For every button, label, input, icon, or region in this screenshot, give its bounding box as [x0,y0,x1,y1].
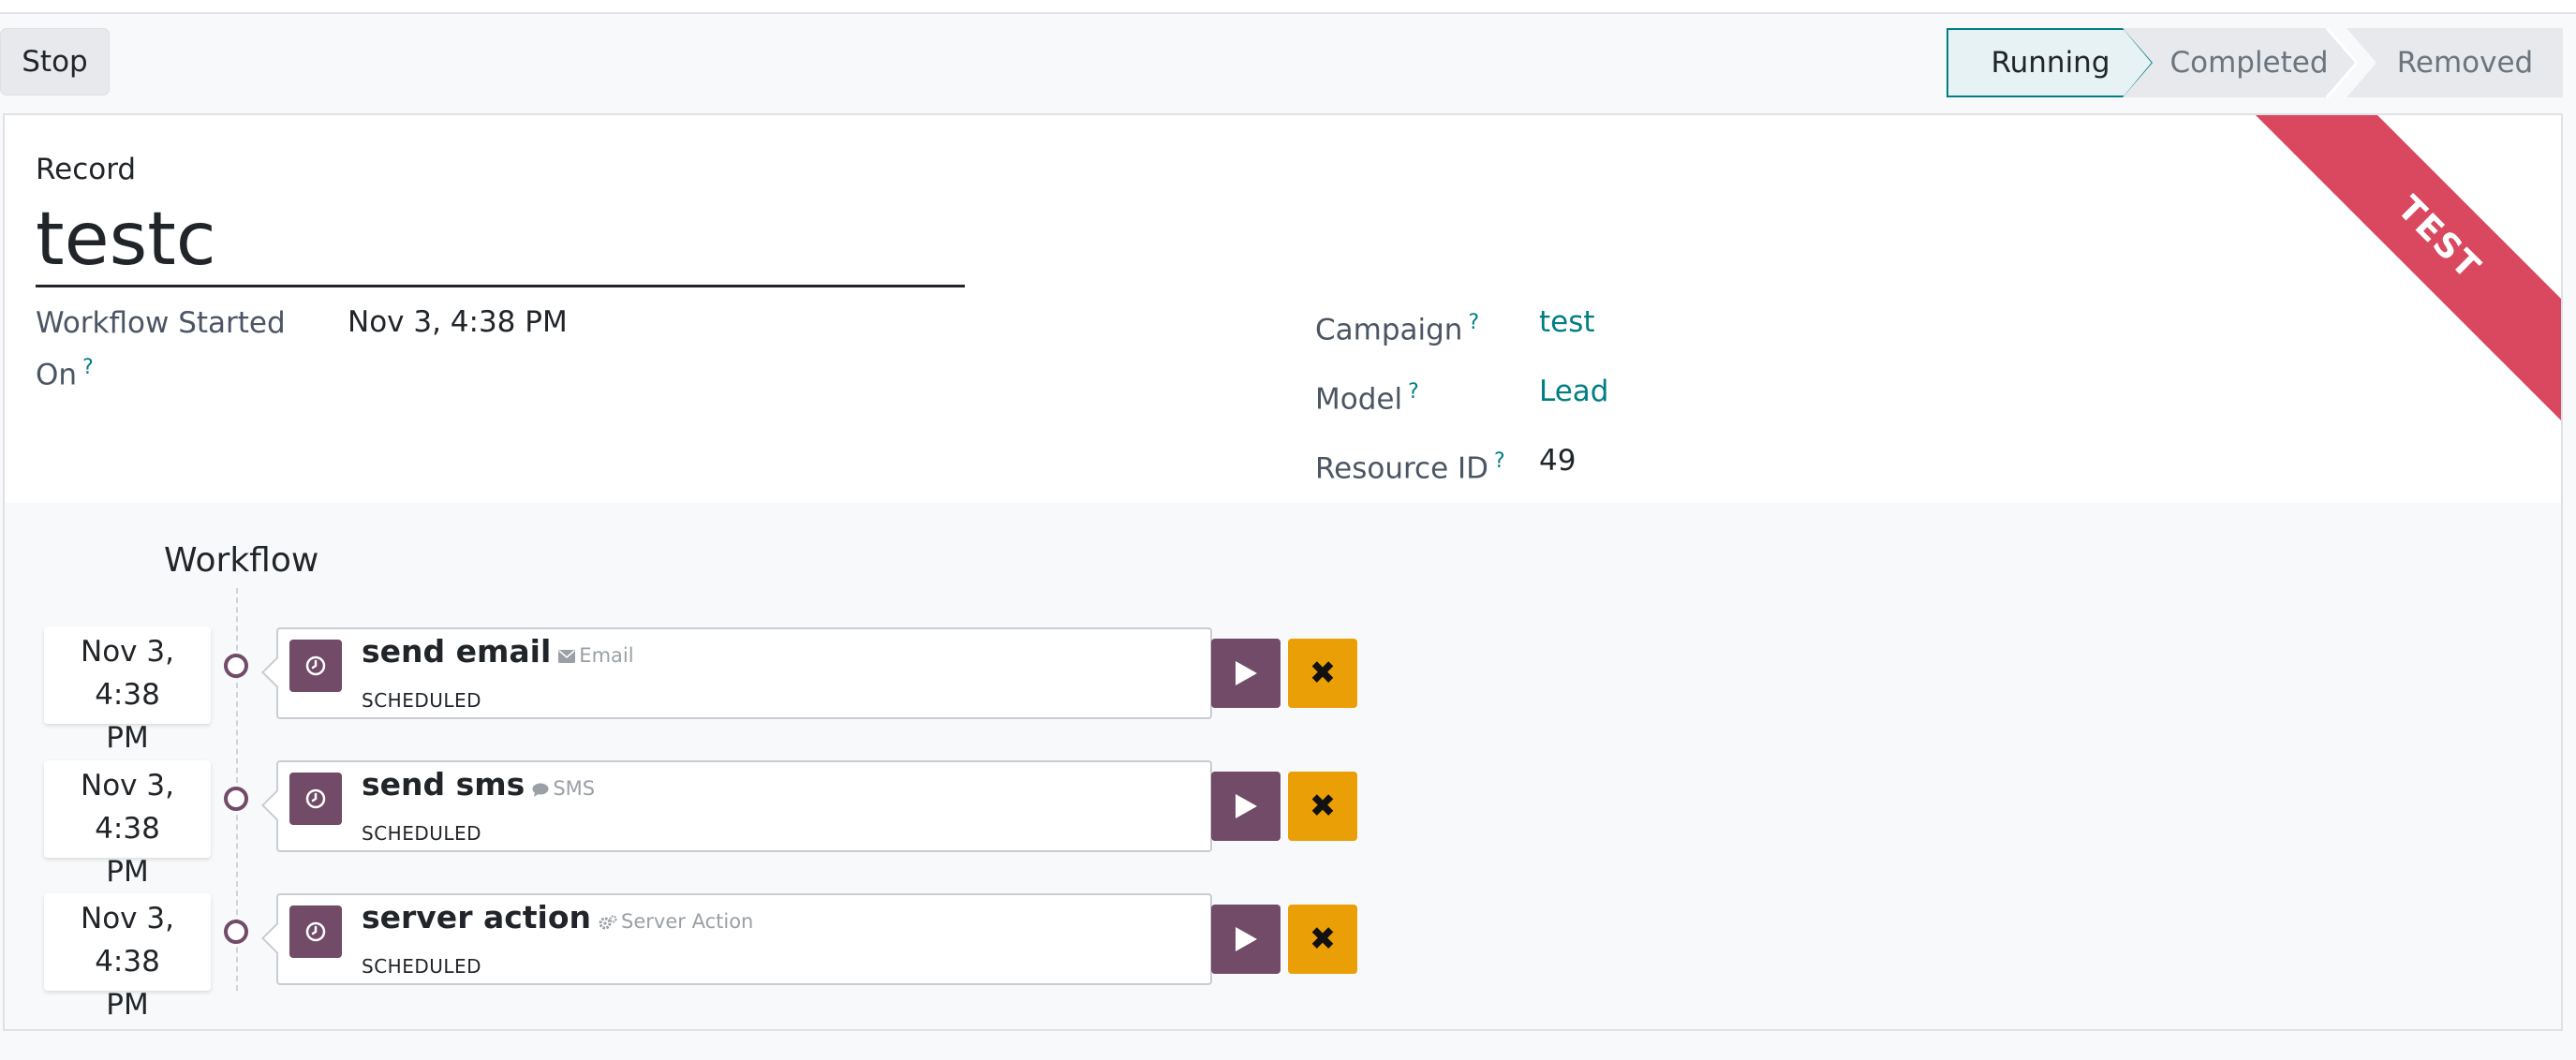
activity-title[interactable]: server action Server Action [362,899,753,935]
play-icon [1236,794,1257,818]
activity-date: Nov 3, 4:38 PM [44,626,211,755]
cancel-button[interactable]: ✖ [1288,905,1357,974]
stage-completed-label: Completed [2169,46,2329,80]
help-icon[interactable]: ? [1494,449,1505,473]
campaign-label-text: Campaign [1315,313,1463,347]
record-name-field[interactable]: testc [36,195,965,287]
clock-icon [289,773,342,825]
timeline-dot [224,787,248,811]
activity-date-line1: Nov 3, 4:38 [81,635,174,712]
stage-removed-label: Removed [2396,46,2534,80]
activity-state: SCHEDULED [362,689,482,712]
cancel-button[interactable]: ✖ [1288,772,1357,841]
ribbon-container: TEST [2224,115,2561,452]
resource-id-value: 49 [1539,444,1577,478]
activity-name[interactable]: server action [362,899,591,935]
execute-button[interactable] [1211,772,1281,841]
stage-completed[interactable]: Completed [2123,28,2357,97]
activity-date-line2: PM [106,721,149,755]
clock-icon [289,905,342,958]
timeline-dot [224,654,248,678]
clock-icon [289,640,342,692]
activity-card[interactable]: send email Email SCHEDULED [276,627,1212,719]
stop-button[interactable]: Stop [0,28,110,96]
activity-title[interactable]: send sms SMS [362,766,595,802]
activity-type-label: SMS [553,777,596,800]
execute-button[interactable] [1211,905,1281,974]
activity-card[interactable]: send sms SMS SCHEDULED [276,760,1212,852]
test-ribbon: TEST [2236,115,2561,441]
activity-date-line2: PM [106,855,149,889]
help-icon[interactable]: ? [1468,311,1479,334]
activity-state: SCHEDULED [362,822,482,845]
activity-card[interactable]: server action Server Action SCHEDULED [276,893,1212,985]
activity-date-line2: PM [106,988,149,1022]
cogs-icon [599,915,617,930]
resource-id-label: Resource ID? [1315,439,1505,491]
execute-button[interactable] [1211,639,1281,708]
model-label-text: Model [1315,382,1403,417]
workflow-started-value: Nov 3, 4:38 PM [348,305,568,339]
activity-state: SCHEDULED [362,955,482,978]
model-label: Model? [1315,370,1419,421]
campaign-label: Campaign? [1315,301,1479,352]
model-link[interactable]: Lead [1539,375,1608,408]
form-sheet: TEST Record testc Workflow Started On? N… [3,113,2563,505]
activity-date: Nov 3, 4:38 PM [44,760,211,889]
activity-type-label: Server Action [621,910,754,933]
activity-type: Email [558,644,634,667]
campaign-link[interactable]: test [1539,305,1595,339]
activity-name[interactable]: send email [362,633,551,670]
resource-id-label-text: Resource ID [1315,451,1489,486]
activity-title[interactable]: send email Email [362,633,634,670]
chat-bubble-icon [532,783,549,797]
record-label: Record [36,153,137,186]
workflow-started-label-line2: On [36,358,78,392]
stage-removed[interactable]: Removed [2347,28,2563,97]
activity-date-line1: Nov 3, 4:38 [81,769,174,846]
envelope-icon [558,650,576,663]
play-icon [1236,661,1257,685]
workflow-started-label-line1: Workflow Started [36,306,286,340]
stage-running-label: Running [1991,46,2110,80]
activity-type-label: Email [579,644,634,667]
help-icon[interactable]: ? [82,356,94,379]
activity-type: SMS [532,777,595,800]
workflow-started-label: Workflow Started On? [36,301,286,397]
timeline-dot [224,920,248,944]
help-icon[interactable]: ? [1408,380,1419,404]
activity-type: Server Action [599,910,753,933]
activity-name[interactable]: send sms [362,766,525,802]
play-icon [1236,927,1257,951]
activity-date: Nov 3, 4:38 PM [44,893,211,1022]
cancel-button[interactable]: ✖ [1288,639,1357,708]
activity-date-line1: Nov 3, 4:38 [81,902,174,979]
top-divider [0,0,2576,14]
workflow-title: Workflow [164,541,319,580]
